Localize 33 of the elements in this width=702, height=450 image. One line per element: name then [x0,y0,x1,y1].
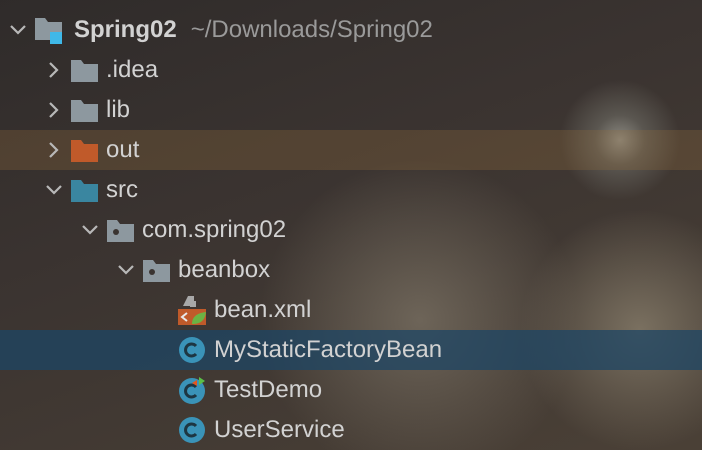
folder-icon [70,98,98,122]
item-label: src [106,175,138,205]
item-label: TestDemo [214,375,322,405]
folder-icon [70,138,98,162]
tree-item[interactable]: Spring02 ~/Downloads/Spring02 [0,10,702,50]
project-name: Spring02 [74,15,177,45]
item-label: beanbox [178,255,270,285]
item-label: com.spring02 [142,215,286,245]
tree-item[interactable]: lib [0,90,702,130]
tree-item[interactable]: MyStaticFactoryBean [0,330,702,370]
folder-icon [70,178,98,202]
tree-item[interactable]: com.spring02 [0,210,702,250]
class-icon [178,336,206,364]
tree-item[interactable]: TestDemo [0,370,702,410]
tree-item[interactable]: bean.xml [0,290,702,330]
runnable-class-icon [178,376,206,404]
tree-item[interactable]: .idea [0,50,702,90]
item-label: MyStaticFactoryBean [214,335,442,365]
item-label: bean.xml [214,295,312,325]
item-label: UserService [214,415,345,445]
xml-file-icon [178,295,206,325]
tree-item[interactable]: beanbox [0,250,702,290]
folder-icon [70,58,98,82]
tree-item[interactable]: UserService [0,410,702,450]
project-path: ~/Downloads/Spring02 [190,15,433,45]
class-icon [178,416,206,444]
tree-item[interactable]: src [0,170,702,210]
package-icon [106,218,134,242]
tree-item[interactable]: out [0,130,702,170]
item-label: out [106,135,140,165]
item-label: .idea [106,55,158,85]
item-label: lib [106,95,130,125]
package-icon [142,258,170,282]
